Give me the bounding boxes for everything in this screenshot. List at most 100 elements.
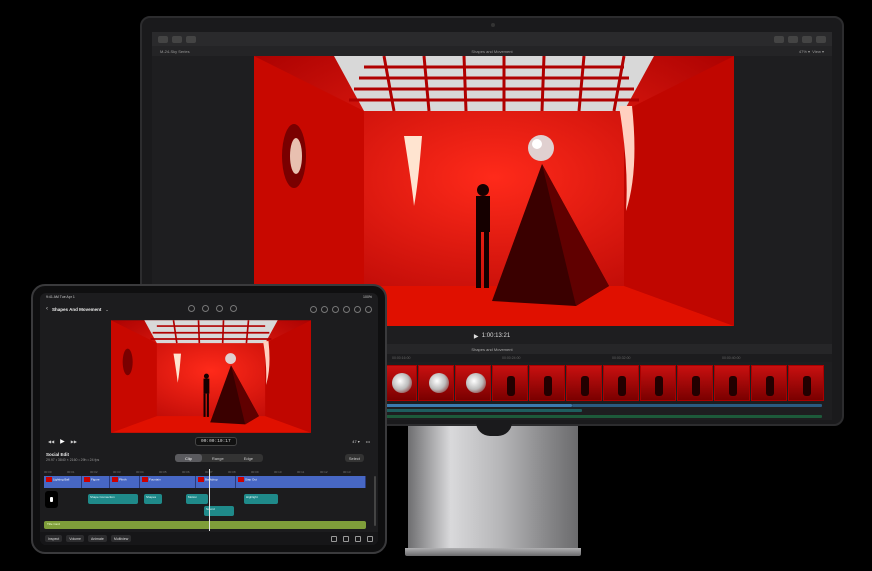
- detach-icon[interactable]: [355, 535, 361, 542]
- library-button[interactable]: [158, 35, 168, 43]
- filmstrip-frame[interactable]: [640, 365, 676, 401]
- inspect-button[interactable]: Inspect: [45, 535, 63, 542]
- more-options-icon[interactable]: •••: [366, 439, 370, 444]
- back-chevron-icon[interactable]: ‹: [46, 306, 48, 312]
- split-icon[interactable]: [343, 535, 349, 542]
- ruler-mark: 00:05: [159, 470, 167, 474]
- select-button[interactable]: Select: [344, 454, 364, 462]
- redo-icon[interactable]: [321, 305, 328, 313]
- filmstrip-frame[interactable]: [677, 365, 713, 401]
- audio-clip[interactable]: Motion: [186, 494, 208, 504]
- connected-clip-track[interactable]: [382, 404, 572, 407]
- ruler-mark: 00:00:24:00: [502, 356, 521, 360]
- skip-back-icon[interactable]: ◀◀: [48, 439, 54, 444]
- clip-thumbnail: [238, 477, 244, 482]
- microphone-icon[interactable]: [216, 305, 223, 312]
- animate-button[interactable]: Animate: [87, 535, 107, 542]
- ruler-mark: 00:02: [90, 470, 98, 474]
- clip-label: Lighting Ball: [53, 477, 70, 482]
- audio-clip[interactable]: Highlight: [244, 494, 278, 504]
- multiview-button[interactable]: Multiview: [110, 535, 132, 542]
- playhead[interactable]: [209, 469, 210, 531]
- status-time: 9:41 AM Tue Apr 1: [46, 295, 75, 299]
- storyline-clip[interactable]: Step Out: [236, 476, 366, 488]
- volume-button[interactable]: Volume: [66, 535, 84, 542]
- status-battery: 100%: [363, 295, 372, 299]
- filmstrip-frame[interactable]: [455, 365, 491, 401]
- music-track[interactable]: Title Card: [44, 521, 366, 529]
- ipad-playback-controls: ◀◀ ▶ ▶▶ 00:00:10:17 47 ▾ •••: [40, 435, 378, 447]
- crop-icon[interactable]: [332, 305, 339, 313]
- keyword-button[interactable]: [186, 35, 196, 43]
- photos-icon[interactable]: [202, 305, 209, 312]
- duplicate-icon[interactable]: [367, 535, 373, 542]
- inspector-button[interactable]: [802, 35, 812, 43]
- more-icon[interactable]: [365, 305, 372, 313]
- connected-clip-track[interactable]: [572, 404, 822, 407]
- final-cut-pro-ipad-window: 9:41 AM Tue Apr 1 100% ‹ Shapes And Move…: [40, 293, 378, 545]
- clip-thumbnail: [46, 477, 52, 482]
- ipad-bottom-toolbar: Inspect Volume Animate Multiview: [40, 532, 378, 545]
- import-button[interactable]: [172, 35, 182, 43]
- ipad-timecode[interactable]: 00:00:10:17: [195, 437, 237, 446]
- viewer-options-icon[interactable]: [343, 305, 350, 313]
- filmstrip-frame[interactable]: [418, 365, 454, 401]
- storyline-clip[interactable]: Plinth: [110, 476, 140, 488]
- ruler-mark: 00:00:32:00: [612, 356, 631, 360]
- export-icon[interactable]: [354, 305, 361, 313]
- play-icon[interactable]: ▶: [60, 438, 65, 445]
- nav-right-buttons: [310, 305, 372, 313]
- filmstrip-frame[interactable]: [714, 365, 750, 401]
- ipad-zoom[interactable]: 47 ▾: [352, 439, 360, 444]
- ruler-mark: 00:00:40:00: [722, 356, 741, 360]
- ipad-nav-bar: ‹ Shapes And Movement ⌄: [40, 302, 378, 316]
- storyline-clip[interactable]: Lighting Ball: [44, 476, 82, 488]
- undo-icon[interactable]: [310, 305, 317, 313]
- filmstrip-frame[interactable]: [566, 365, 602, 401]
- ruler-mark: 00:00:16:00: [392, 356, 411, 360]
- audio-clip[interactable]: Shapes: [144, 494, 162, 504]
- clip-label: Step Out: [245, 477, 257, 482]
- storyline-clip[interactable]: Figure: [82, 476, 110, 488]
- effects-icon[interactable]: [230, 305, 237, 312]
- ruler-mark: 00:13: [343, 470, 351, 474]
- segment-range[interactable]: Range: [202, 454, 234, 462]
- primary-storyline[interactable]: Lighting Ball Figure Plinth Fountain Backdro…: [44, 476, 366, 488]
- share-button[interactable]: [788, 35, 798, 43]
- ipad-project-title[interactable]: Shapes And Movement: [52, 307, 101, 312]
- music-track[interactable]: [382, 415, 822, 418]
- ruler-mark: 00:12: [320, 470, 328, 474]
- storyline-clip[interactable]: Backdrop: [196, 476, 236, 488]
- timeline-project-name: Social Edit: [46, 452, 70, 457]
- filmstrip-frame[interactable]: [603, 365, 639, 401]
- ruler-mark: 00:06: [182, 470, 190, 474]
- storyline-clip[interactable]: Fountain: [140, 476, 196, 488]
- ruler-mark: 00:09: [251, 470, 259, 474]
- filmstrip-frame[interactable]: [529, 365, 565, 401]
- display-stand-base: [405, 548, 581, 556]
- audio-clip[interactable]: Shape Connection: [88, 494, 138, 504]
- clip-thumbnail: [198, 477, 204, 482]
- effects-button[interactable]: [816, 35, 826, 43]
- filmstrip-frame[interactable]: [788, 365, 824, 401]
- clip-label: Backdrop: [205, 477, 218, 482]
- chevron-down-icon[interactable]: ⌄: [105, 307, 108, 312]
- segment-clip[interactable]: Clip: [175, 454, 202, 462]
- filmstrip-frame[interactable]: [492, 365, 528, 401]
- clip-label: Plinth: [119, 477, 127, 482]
- segment-edge[interactable]: Edge: [234, 454, 263, 462]
- ipad-viewer[interactable]: [111, 320, 311, 433]
- trash-icon[interactable]: [331, 535, 337, 542]
- skip-forward-icon[interactable]: ▶▶: [71, 439, 77, 444]
- ruler-mark: 00:00: [44, 470, 52, 474]
- ruler-mark: 00:04: [136, 470, 144, 474]
- camera-icon[interactable]: [188, 305, 195, 312]
- filmstrip-frame[interactable]: [751, 365, 787, 401]
- timeline-scrollbar[interactable]: [374, 476, 376, 526]
- ipad-timeline-header: Social Edit 29.97 • 3840 × 2160 • 29h • …: [40, 450, 378, 468]
- layout-button[interactable]: [774, 35, 784, 43]
- audio-track[interactable]: [382, 409, 582, 412]
- voiceover-record-icon[interactable]: [45, 491, 58, 508]
- project-title: Shapes and Movement: [471, 48, 513, 54]
- clip-label: Fountain: [149, 477, 161, 482]
